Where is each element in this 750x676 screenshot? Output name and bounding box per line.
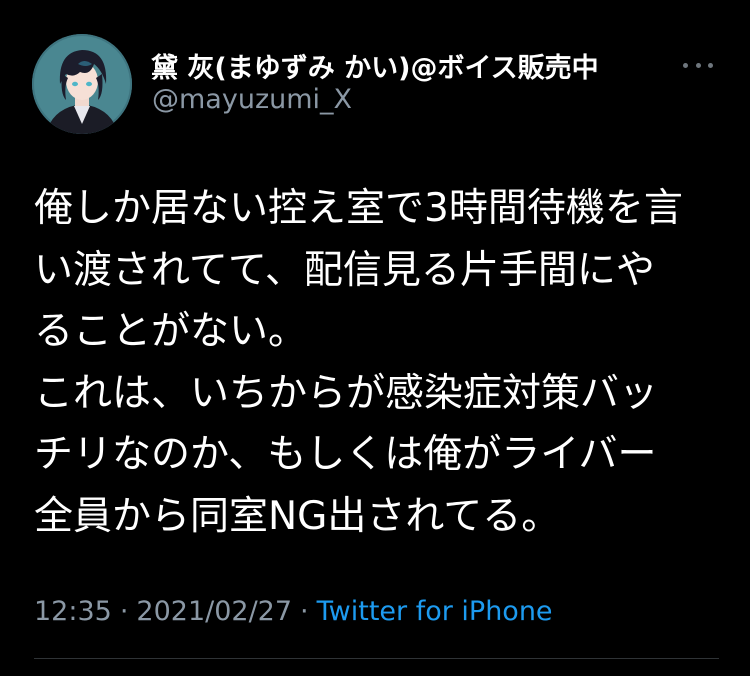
divider <box>34 658 719 659</box>
tweet-text-line: 全員から同室NG出されてる。 <box>34 493 561 539</box>
tweet-date[interactable]: 2021/02/27 <box>136 596 292 627</box>
tweet-text-line: 俺しか居ない控え室で3時間待機を言 <box>34 186 683 231</box>
tweet-text-line: ることがない。 <box>34 309 308 354</box>
avatar-image <box>32 34 132 134</box>
more-dot <box>708 62 713 68</box>
tweet-text-line: チリなのか、もしくは俺がライバー <box>34 432 657 477</box>
author-display-name[interactable]: 黛 灰(まゆずみ かい)@ボイス販売中 <box>151 46 599 85</box>
more-dot <box>683 62 688 68</box>
tweet-text: 俺しか居ない控え室で3時間待機を言 い渡されてて、配信見る片手間にや ることがな… <box>34 178 734 547</box>
more-dot <box>695 62 701 68</box>
meta-separator: · <box>119 596 129 627</box>
tweet-source-link[interactable]: Twitter for iPhone <box>317 596 553 627</box>
more-options-icon[interactable] <box>683 58 713 72</box>
tweet-detail: 黛 灰(まゆずみ かい)@ボイス販売中 @mayuzumi_X 俺しか居ない控え… <box>0 0 750 676</box>
author-avatar[interactable] <box>32 34 132 134</box>
tweet-meta: 12:35 · 2021/02/27 · Twitter for iPhone <box>34 596 553 627</box>
tweet-text-line: い渡されてて、配信見る片手間にや <box>34 247 655 293</box>
tweet-text-line: これは、いちからが感染症対策バッ <box>34 370 659 416</box>
author-handle[interactable]: @mayuzumi_X <box>152 84 352 115</box>
tweet-time[interactable]: 12:35 <box>34 596 112 627</box>
meta-separator: · <box>300 596 309 627</box>
